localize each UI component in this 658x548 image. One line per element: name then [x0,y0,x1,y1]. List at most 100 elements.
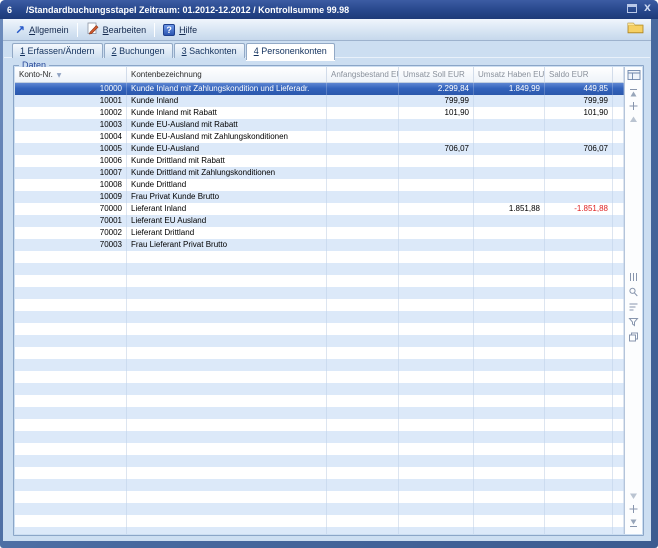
cell-saldo [545,287,613,299]
table-empty-row [15,527,624,534]
cell-saldo [545,383,613,395]
cell-haben [474,131,545,143]
cell-soll [399,527,474,534]
cell-anfang [327,131,399,143]
filter-button[interactable] [626,316,641,328]
table-row[interactable]: 10000Kunde Inland mit Zahlungskondition … [15,83,624,95]
cell-haben [474,95,545,107]
row-down-button[interactable] [626,490,641,502]
cell-fill [613,191,624,203]
table-properties-button[interactable] [626,69,641,81]
cell-name [127,359,327,371]
cell-soll [399,431,474,443]
scroll-down-button[interactable] [626,503,641,515]
window-title: /Standardbuchungsstapel Zeitraum: 01.201… [26,5,349,15]
filter-icon [628,317,639,327]
table-row[interactable]: 10009Frau Privat Kunde Brutto [15,191,624,203]
cell-saldo: -1.851,88 [545,203,613,215]
search-button[interactable] [626,286,641,298]
cell-name [127,347,327,359]
cell-haben [474,347,545,359]
cell-anfang [327,191,399,203]
cell-haben [474,299,545,311]
cell-konto [15,263,127,275]
cell-saldo [545,179,613,191]
tab-buchungen[interactable]: 2 Buchungen [104,43,173,58]
cell-soll [399,191,474,203]
cell-konto [15,359,127,371]
menu-hilfe-label: Hilfe [179,25,197,35]
table-row[interactable]: 10008Kunde Drittland [15,179,624,191]
cell-anfang [327,467,399,479]
table-row[interactable]: 10004Kunde EU-Ausland mit Zahlungskondit… [15,131,624,143]
cell-soll: 799,99 [399,95,474,107]
folder-icon [627,20,644,39]
row-up-button[interactable] [626,113,641,125]
cell-name [127,503,327,515]
help-icon: ? [163,24,175,36]
menu-allgemein[interactable]: ↗ Allgemein [10,23,74,37]
cell-soll [399,179,474,191]
column-header-kontenbezeichnung[interactable]: Kontenbezeichnung [127,67,327,82]
table-row[interactable]: 70000Lieferant Inland1.851,88-1.851,88 [15,203,624,215]
column-header-umsatz-soll[interactable]: Umsatz Soll EUR [399,67,474,82]
columns-button[interactable] [626,271,641,283]
table-empty-row [15,275,624,287]
cell-anfang [327,275,399,287]
cell-name [127,515,327,527]
cell-haben [474,371,545,383]
column-header-saldo[interactable]: Saldo EUR [545,67,613,82]
toolbar-separator [77,23,78,37]
cell-konto [15,515,127,527]
cell-haben [474,275,545,287]
close-button[interactable]: X [644,5,651,14]
tab-sachkonten[interactable]: 3 Sachkonten [174,43,245,58]
scroll-to-top-button[interactable] [626,87,641,99]
table-empty-row [15,407,624,419]
cell-konto [15,431,127,443]
down-triangle-icon [628,491,639,501]
restore-button[interactable] [627,4,637,15]
table-row[interactable]: 10002Kunde Inland mit Rabatt101,90101,90 [15,107,624,119]
cell-soll [399,515,474,527]
cell-haben [474,155,545,167]
menu-hilfe[interactable]: ? Hilfe [158,22,202,38]
cell-name: Lieferant Drittland [127,227,327,239]
scroll-to-bottom-button[interactable] [626,517,641,529]
table-row[interactable]: 10007Kunde Drittland mit Zahlungskonditi… [15,167,624,179]
cell-name [127,419,327,431]
cell-fill [613,467,624,479]
cell-konto [15,407,127,419]
scroll-up-button[interactable] [626,100,641,112]
table-row[interactable]: 10006Kunde Drittland mit Rabatt [15,155,624,167]
column-header-umsatz-haben[interactable]: Umsatz Haben EUR [474,67,545,82]
cell-haben [474,251,545,263]
table-row[interactable]: 10003Kunde EU-Ausland mit Rabatt [15,119,624,131]
sort-button[interactable] [626,301,641,313]
table-empty-row [15,515,624,527]
column-header-konto-nr[interactable]: Konto-Nr.▼ [15,67,127,82]
folder-button[interactable] [627,20,644,39]
table-row[interactable]: 70001Lieferant EU Ausland [15,215,624,227]
cell-haben [474,431,545,443]
tab-personenkonten[interactable]: 4 Personenkonten [246,43,335,60]
cell-anfang [327,179,399,191]
tab-erfassen-aendern[interactable]: 1 Erfassen/Ändern [12,43,103,58]
cell-saldo [545,227,613,239]
cell-konto [15,479,127,491]
cell-anfang [327,239,399,251]
cell-anfang [327,419,399,431]
table-row[interactable]: 10001Kunde Inland799,99799,99 [15,95,624,107]
column-header-anfangsbestand[interactable]: Anfangsbestand EUR [327,67,399,82]
title-bar: 6 /Standardbuchungsstapel Zeitraum: 01.2… [0,0,658,19]
cell-anfang [327,395,399,407]
cell-fill [613,143,624,155]
cell-konto [15,347,127,359]
cell-soll [399,359,474,371]
export-button[interactable] [626,331,641,343]
menu-bearbeiten[interactable]: Bearbeiten [81,20,152,39]
table-row[interactable]: 70002Lieferant Drittland [15,227,624,239]
cell-name [127,275,327,287]
table-row[interactable]: 10005Kunde EU-Ausland706,07706,07 [15,143,624,155]
table-row[interactable]: 70003Frau Lieferant Privat Brutto [15,239,624,251]
